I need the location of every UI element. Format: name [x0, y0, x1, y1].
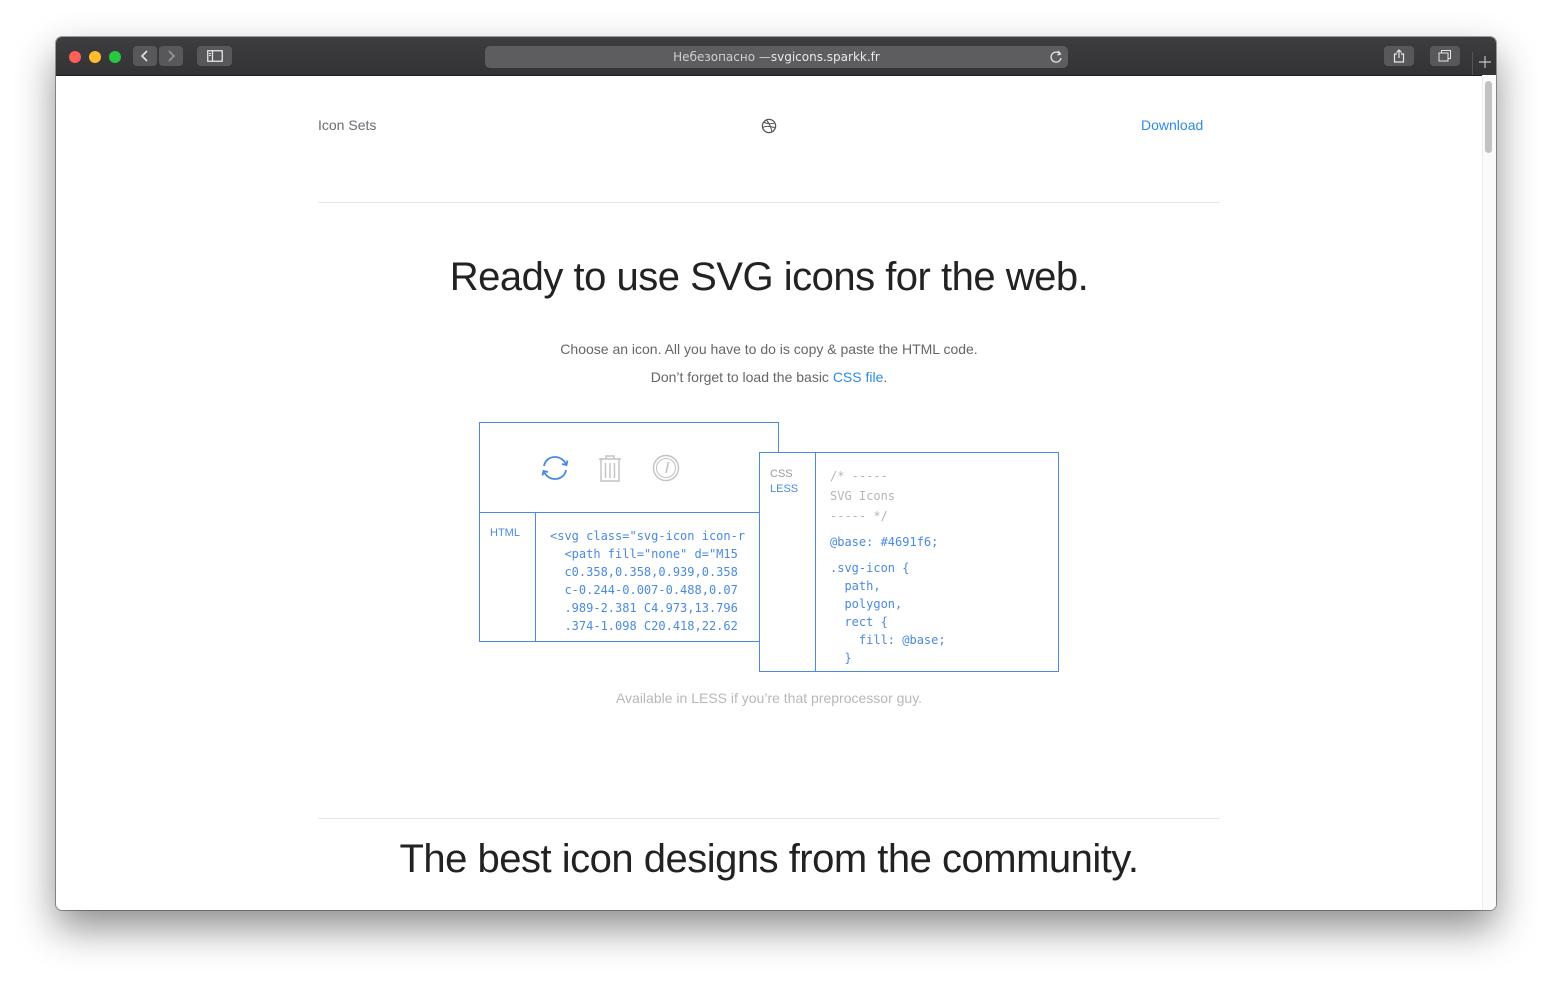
less-caption: Available in LESS if you’re that preproc…: [615, 690, 923, 706]
security-warning-text: Небезопасно —: [673, 50, 771, 64]
close-window-button[interactable]: [69, 51, 81, 63]
less-code-line: fill: @base;: [830, 633, 946, 647]
browser-window: Небезопасно — svgicons.sparkk.fr Icon Se…: [56, 37, 1496, 910]
less-code-line: rect {: [830, 615, 888, 629]
hero-subtitle-line1: Choose an icon. All you have to do is co…: [560, 341, 978, 357]
html-tab[interactable]: HTML: [490, 527, 520, 539]
address-bar[interactable]: Небезопасно — svgicons.sparkk.fr: [485, 46, 1068, 68]
zoom-window-button[interactable]: [109, 51, 121, 63]
html-code-line: c-0.244-0.007-0.488,0.07: [550, 583, 738, 597]
scrollbar-thumb[interactable]: [1485, 81, 1492, 153]
reload-icon[interactable]: [1048, 49, 1064, 65]
dribbble-icon[interactable]: [761, 118, 777, 134]
plus-icon: [1479, 56, 1491, 68]
sidebar-toggle-button[interactable]: [197, 46, 232, 66]
html-code-line: <svg class="svg-icon icon-r: [550, 529, 746, 543]
html-code-line: .374-1.098 C20.418,22.62: [550, 619, 738, 633]
html-tab-column: HTML: [480, 512, 536, 641]
sidebar-icon: [206, 50, 223, 62]
tabs-icon: [1438, 50, 1451, 62]
tabs-overview-button[interactable]: [1430, 46, 1460, 66]
html-code-block: <svg class="svg-icon icon-r <path fill="…: [550, 529, 778, 641]
share-icon: [1393, 49, 1405, 63]
page-content: Icon Sets Download Ready to use SVG icon…: [56, 75, 1482, 910]
less-code-line: path,: [830, 579, 881, 593]
less-code-block: /* ----- SVG Icons ----- */ @base: #4691f6;…: [830, 469, 1055, 669]
html-code-line: c0.358,0.358,0.939,0.358: [550, 565, 738, 579]
refresh-icon[interactable]: [540, 455, 570, 481]
forward-button[interactable]: [159, 46, 183, 66]
url-domain: svgicons.sparkk.fr: [770, 50, 880, 64]
scrollbar-track[interactable]: [1482, 75, 1496, 910]
less-code-line: polygon,: [830, 597, 903, 611]
css-tab-column: CSS LESS: [760, 453, 816, 671]
less-comment-line: SVG Icons: [830, 489, 896, 503]
subtitle-prefix: Don’t forget to load the basic: [650, 369, 833, 385]
chevron-right-icon: [168, 50, 176, 62]
section-divider: [318, 818, 1220, 819]
less-code-line: @base: #4691f6;: [830, 535, 939, 549]
less-comment-line: /* -----: [830, 469, 888, 483]
community-title: The best icon designs from the community…: [399, 837, 1139, 881]
html-code-line: .989-2.381 C4.973,13.796: [550, 601, 738, 615]
share-button[interactable]: [1384, 46, 1414, 66]
back-button[interactable]: [133, 46, 157, 66]
header-divider: [318, 202, 1220, 203]
html-code-line: <path fill="none" d="M15: [550, 547, 738, 561]
chevron-left-icon: [140, 50, 148, 62]
css-code-panel: CSS LESS /* ----- SVG Icons ----- */ @base:…: [759, 452, 1059, 672]
css-tab[interactable]: CSS: [770, 468, 793, 480]
less-tab[interactable]: LESS: [770, 483, 798, 495]
new-tab-button[interactable]: [1472, 52, 1496, 75]
less-code-line: }: [830, 651, 852, 665]
less-code-line: .svg-icon {: [830, 561, 910, 575]
subtitle-suffix: .: [883, 369, 888, 385]
title-bar: Небезопасно — svgicons.sparkk.fr: [56, 37, 1496, 76]
hero-subtitle-line2: Don’t forget to load the basic CSS file.: [56, 369, 1482, 385]
trash-icon[interactable]: [597, 454, 623, 482]
html-code-panel: HTML <svg class="svg-icon icon-r <path f…: [479, 422, 779, 642]
css-file-link[interactable]: CSS file: [833, 369, 884, 385]
nav-download-link[interactable]: Download: [1141, 117, 1203, 133]
nav-icon-sets-link[interactable]: Icon Sets: [318, 117, 376, 133]
minimize-window-button[interactable]: [89, 51, 101, 63]
hero-title: Ready to use SVG icons for the web.: [449, 255, 1089, 299]
gauge-icon[interactable]: [652, 454, 680, 482]
less-comment-line: ----- */: [830, 509, 888, 523]
icon-preview-row: [480, 423, 778, 513]
